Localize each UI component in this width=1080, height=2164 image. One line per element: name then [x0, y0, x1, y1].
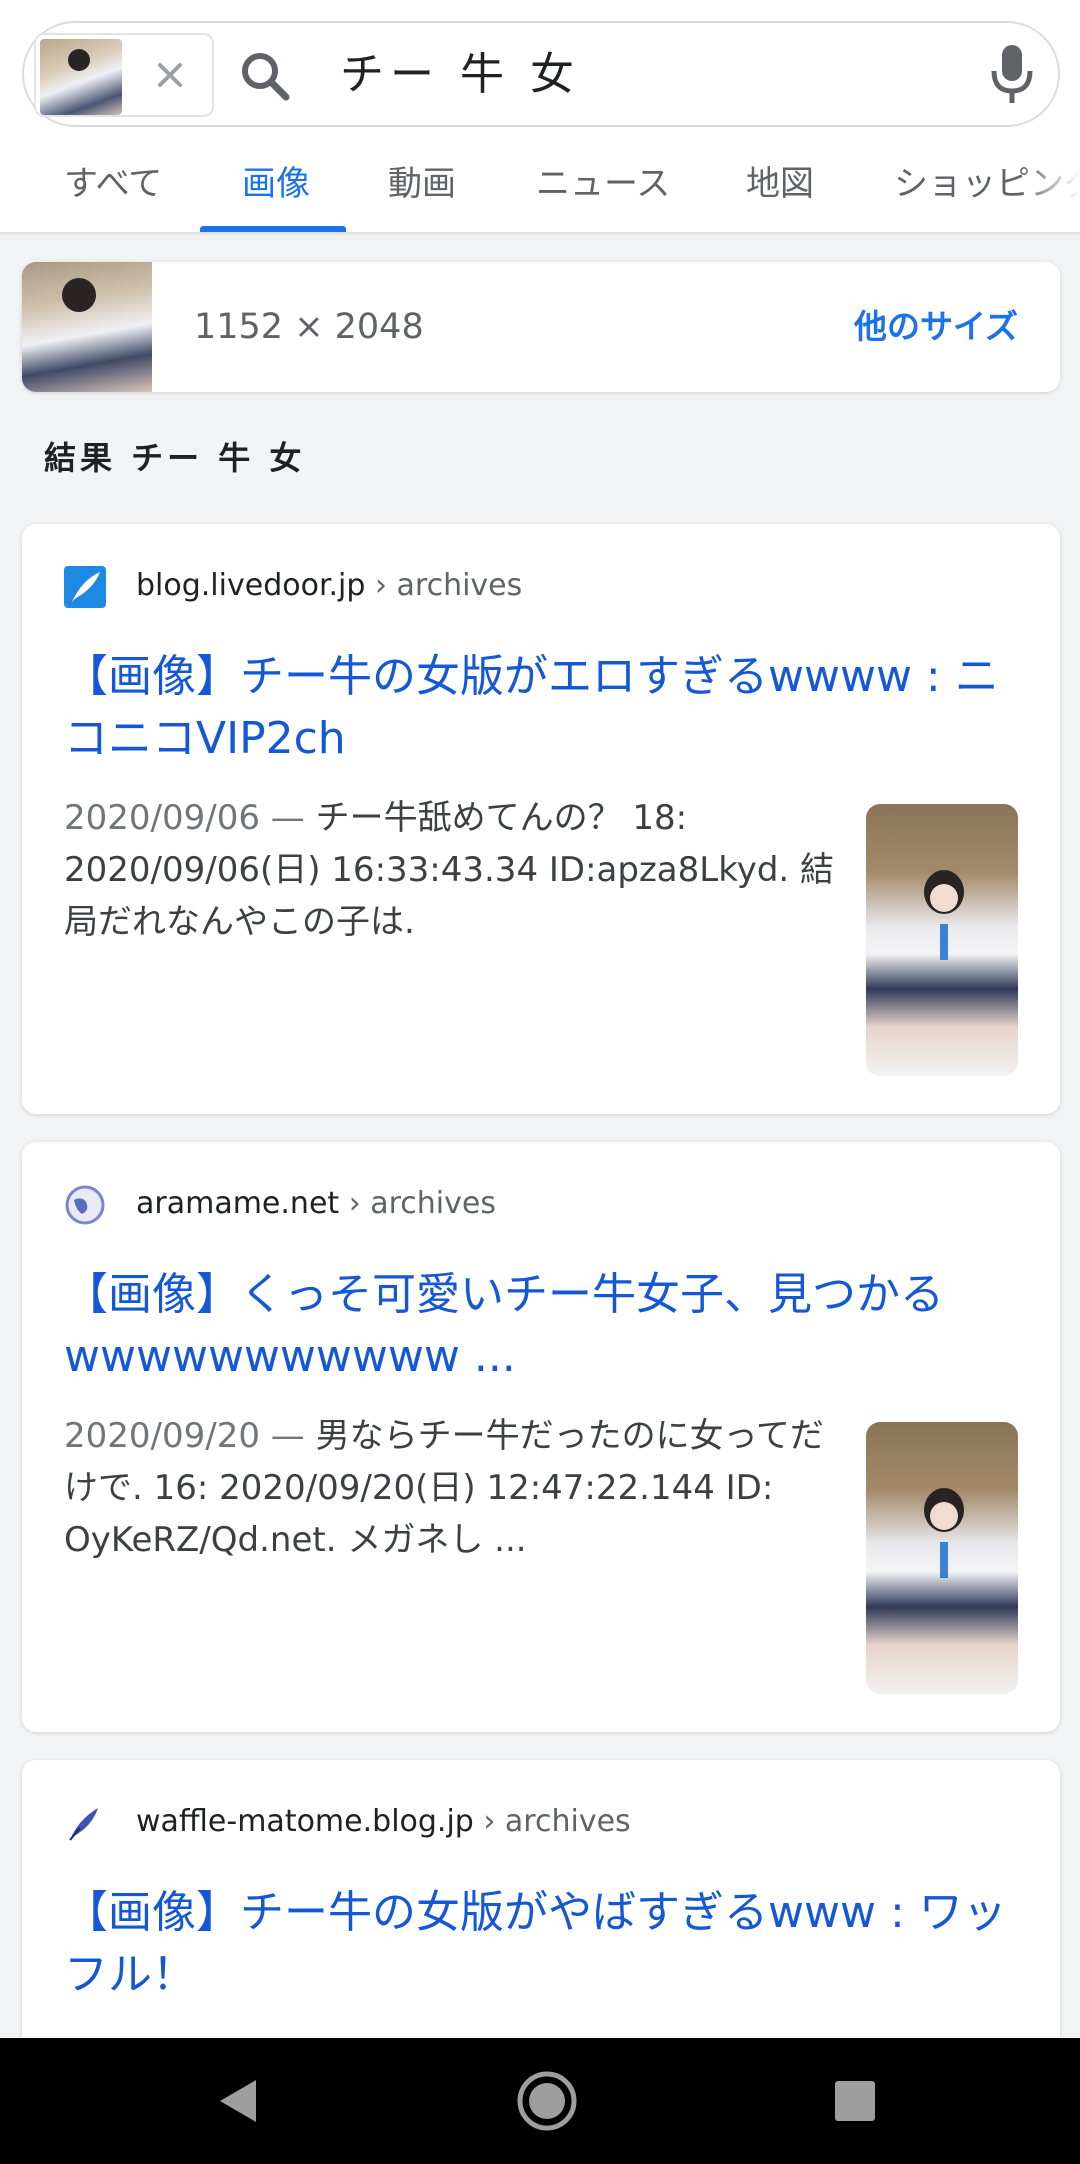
result-site[interactable]: waffle-matome.blog.jp › archives [136, 1800, 631, 1844]
source-image-thumbnail[interactable] [22, 262, 152, 392]
search-query-text[interactable]: チー 牛 女 [340, 49, 580, 101]
query-image-thumbnail [40, 39, 122, 115]
result-thumbnail[interactable] [866, 804, 1018, 1076]
result-date: 2020/09/06 — [64, 798, 316, 838]
system-navigation-bar [0, 2038, 1080, 2164]
recents-icon[interactable] [822, 2068, 888, 2134]
image-size-card[interactable]: 1152 × 2048 他のサイズ [22, 262, 1060, 392]
quill-icon [69, 1808, 98, 1841]
result-domain: aramame.net [136, 1186, 340, 1221]
result-site[interactable]: blog.livedoor.jp › archives [136, 564, 522, 608]
thumbnail-figure-face [930, 884, 958, 912]
home-icon[interactable] [514, 2068, 580, 2134]
tab-news[interactable]: ニュース [536, 162, 670, 206]
results-heading: 結果 チー 牛 女 [44, 439, 306, 477]
thumbnail-figure-face [930, 1502, 958, 1530]
result-domain: waffle-matome.blog.jp [136, 1804, 474, 1839]
image-query-chip[interactable] [34, 33, 214, 117]
result-card[interactable]: blog.livedoor.jp › archives 【画像】チー牛の女版がエ… [22, 524, 1060, 1114]
result-domain: blog.livedoor.jp [136, 568, 366, 603]
result-card[interactable]: aramame.net › archives 【画像】くっそ可愛いチー牛女子、見… [22, 1142, 1060, 1732]
result-card[interactable]: waffle-matome.blog.jp › archives 【画像】チー牛… [22, 1760, 1060, 2060]
globe-icon [65, 1185, 105, 1225]
feather-icon [64, 566, 106, 608]
result-snippet: 2020/09/20 — 男ならチー牛だったのに女ってだけで. 16: 2020… [64, 1410, 844, 1566]
thumbnail-figure-tie [940, 924, 948, 960]
close-icon[interactable] [148, 53, 192, 97]
search-tabs: すべて 画像 動画 ニュース 地図 ショッピング [0, 150, 1080, 232]
result-title[interactable]: 【画像】チー牛の女版がエロすぎるwwww : ニコニコVIP2ch [64, 646, 1024, 770]
result-title[interactable]: 【画像】チー牛の女版がやばすぎるwww : ワッフル！ [64, 1882, 1024, 2006]
result-snippet: 2020/09/06 — チー牛舐めてんの？ 18: 2020/09/06(日)… [64, 792, 844, 948]
image-dimensions: 1152 × 2048 [194, 307, 424, 347]
other-sizes-link[interactable]: 他のサイズ [854, 304, 1018, 350]
result-path: › archives [473, 1804, 631, 1839]
result-title[interactable]: 【画像】くっそ可愛いチー牛女子、見つかるwwwwwwwwwww ... [64, 1264, 1024, 1388]
tab-images[interactable]: 画像 [242, 162, 310, 206]
microphone-icon[interactable] [984, 41, 1040, 109]
tab-maps[interactable]: 地図 [746, 162, 814, 206]
tab-all[interactable]: すべて [64, 162, 162, 206]
result-path: › archives [339, 1186, 496, 1221]
search-icon[interactable] [234, 45, 298, 109]
thumbnail-figure-tie [940, 1542, 948, 1578]
active-tab-indicator [200, 226, 346, 232]
tab-videos[interactable]: 動画 [388, 162, 456, 206]
result-path: › archives [365, 568, 523, 603]
search-bar[interactable]: チー 牛 女 [22, 21, 1060, 127]
result-date: 2020/09/20 — [64, 1416, 316, 1456]
back-icon[interactable] [206, 2068, 272, 2134]
result-site[interactable]: aramame.net › archives [136, 1182, 496, 1226]
tabs-fade [1020, 150, 1080, 232]
result-thumbnail[interactable] [866, 1422, 1018, 1694]
